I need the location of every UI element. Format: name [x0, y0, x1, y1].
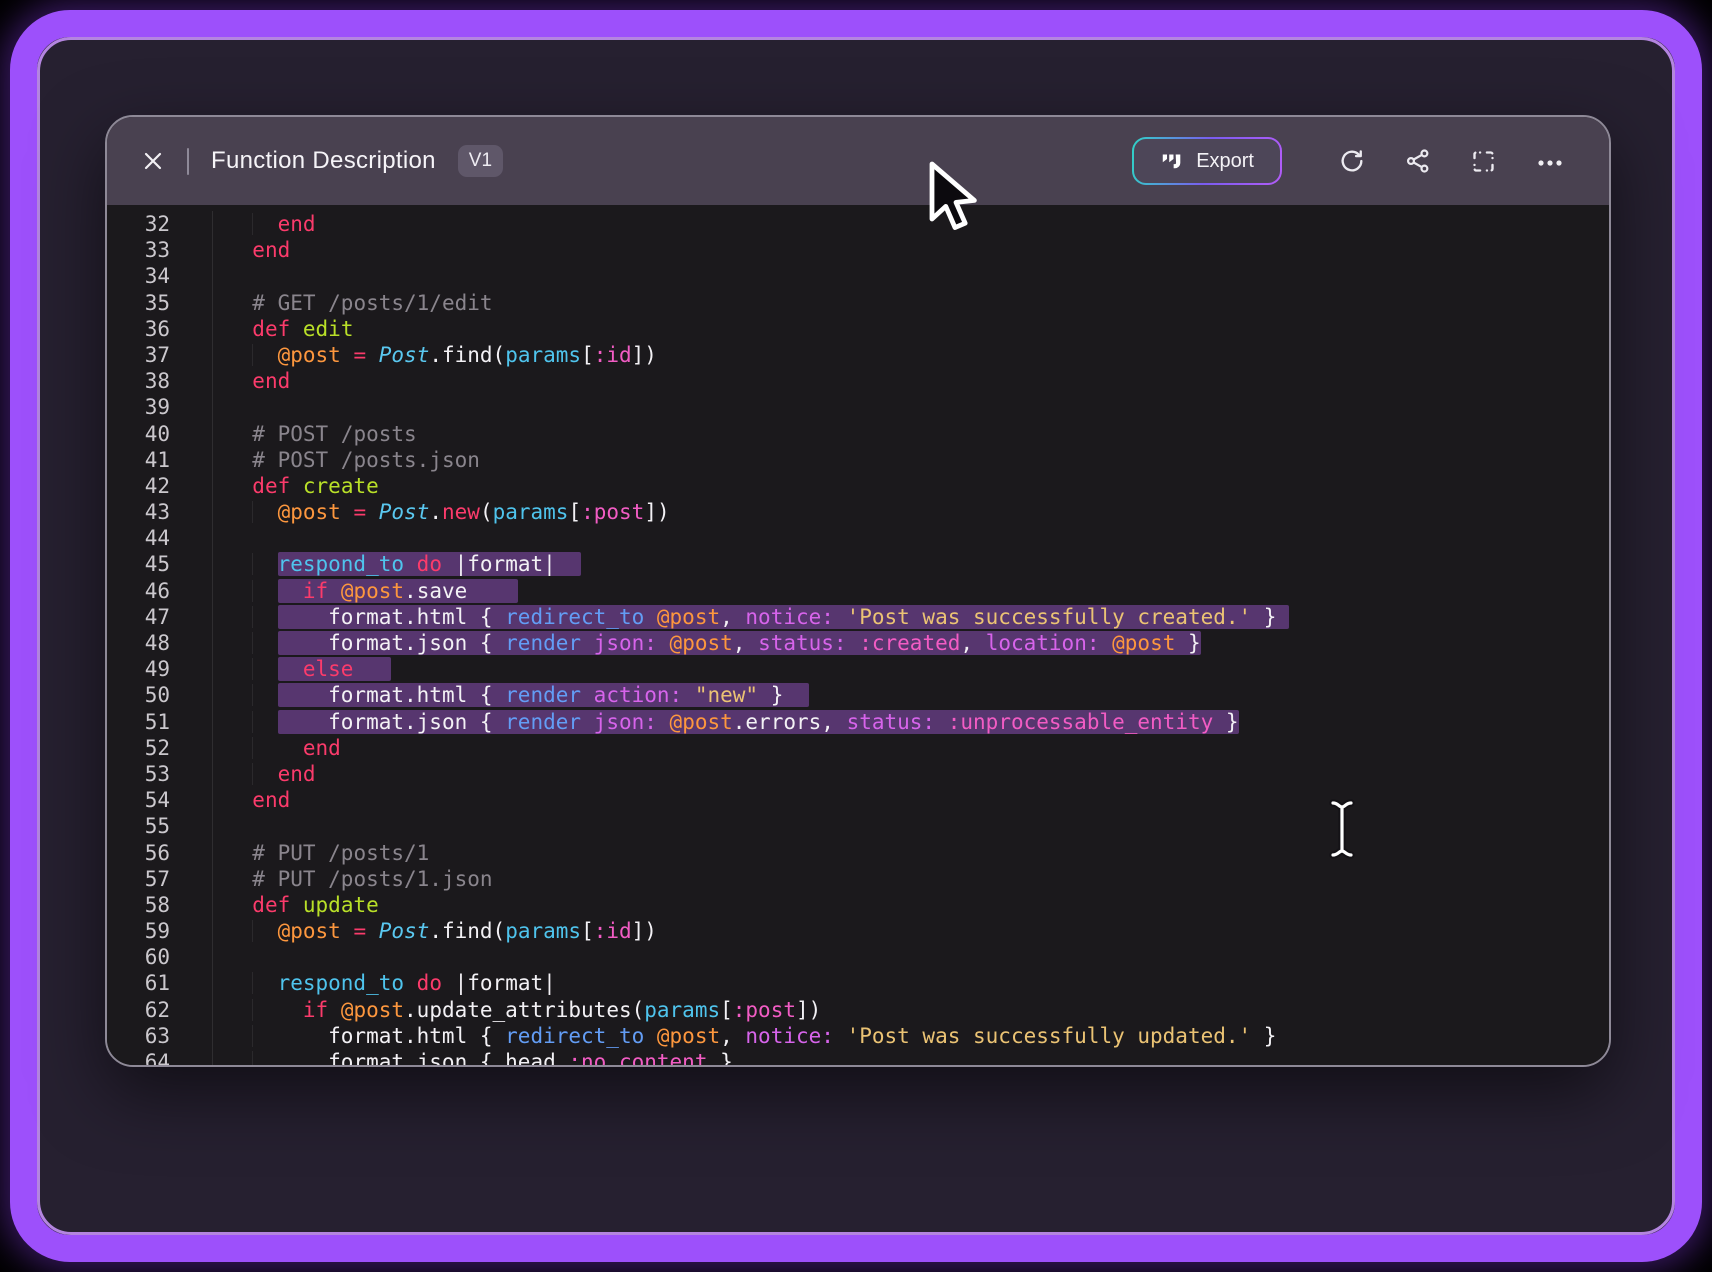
- line-number: 52: [107, 735, 170, 761]
- code-line: 48 format.json { render json: @post, sta…: [107, 630, 1609, 656]
- code-line: 38 end: [107, 368, 1609, 394]
- line-number: 54: [107, 787, 170, 813]
- code-line: 61 respond_to do |format|: [107, 970, 1609, 996]
- line-number: 42: [107, 473, 170, 499]
- line-number: 36: [107, 316, 170, 342]
- line-number: 38: [107, 368, 170, 394]
- line-number: 56: [107, 840, 170, 866]
- share-button[interactable]: [1404, 147, 1432, 175]
- close-button[interactable]: [141, 149, 165, 173]
- code-line: 44: [107, 525, 1609, 551]
- code-editor[interactable]: 32 end33 end3435 # GET /posts/1/edit36 d…: [107, 205, 1609, 1065]
- code-line: 40 # POST /posts: [107, 421, 1609, 447]
- selected-text: format.html { render action: "new" }: [278, 683, 809, 707]
- code-line: 42 def create: [107, 473, 1609, 499]
- selected-text: else: [278, 657, 392, 681]
- line-number: 50: [107, 682, 170, 708]
- line-number: 63: [107, 1023, 170, 1049]
- code-line: 51 format.json { render json: @post.erro…: [107, 709, 1609, 735]
- line-number: 47: [107, 604, 170, 630]
- line-number: 57: [107, 866, 170, 892]
- selected-text: if @post.save: [278, 579, 518, 603]
- refresh-icon: [1338, 147, 1366, 175]
- code-line: 50 format.html { render action: "new" }: [107, 682, 1609, 708]
- line-number: 49: [107, 656, 170, 682]
- code-line: 56 # PUT /posts/1: [107, 840, 1609, 866]
- export-logo-icon: [1160, 149, 1184, 173]
- code-line: 59 @post = Post.find(params[:id]): [107, 918, 1609, 944]
- line-number: 53: [107, 761, 170, 787]
- export-label: Export: [1196, 150, 1254, 173]
- code-line: 57 # PUT /posts/1.json: [107, 866, 1609, 892]
- line-number: 44: [107, 525, 170, 551]
- more-button[interactable]: [1535, 147, 1565, 175]
- window-header: Function Description V1: [107, 117, 1609, 205]
- line-number: 40: [107, 421, 170, 447]
- header-divider: [187, 148, 189, 175]
- code-line: 32 end: [107, 211, 1609, 237]
- page-title: Function Description: [211, 147, 436, 175]
- header-right-group: Export: [1132, 117, 1565, 205]
- code-line: 46 if @post.save: [107, 578, 1609, 604]
- export-button[interactable]: Export: [1132, 137, 1282, 185]
- selected-text: respond_to do |format|: [278, 552, 582, 576]
- line-number: 39: [107, 394, 170, 420]
- selected-text: format.html { redirect_to @post, notice:…: [278, 605, 1290, 629]
- code-line: 53 end: [107, 761, 1609, 787]
- code-line: 58 def update: [107, 892, 1609, 918]
- screenshot-canvas: Function Description V1: [0, 0, 1712, 1272]
- version-badge: V1: [458, 145, 503, 177]
- fullscreen-icon: [1470, 148, 1497, 175]
- code-line: 55: [107, 813, 1609, 839]
- code-line: 60: [107, 944, 1609, 970]
- code-line: 64 format.json { head :no_content }: [107, 1049, 1609, 1065]
- line-number: 59: [107, 918, 170, 944]
- selected-text: format.json { render json: @post, status…: [278, 631, 1201, 655]
- line-number: 61: [107, 970, 170, 996]
- code-line: 41 # POST /posts.json: [107, 447, 1609, 473]
- line-number: 48: [107, 630, 170, 656]
- code-line: 39: [107, 394, 1609, 420]
- code-line: 43 @post = Post.new(params[:post]): [107, 499, 1609, 525]
- refresh-button[interactable]: [1338, 147, 1366, 175]
- line-number: 43: [107, 499, 170, 525]
- code-line: 47 format.html { redirect_to @post, noti…: [107, 604, 1609, 630]
- line-number: 37: [107, 342, 170, 368]
- code-line: 45 respond_to do |format|: [107, 551, 1609, 577]
- line-number: 34: [107, 263, 170, 289]
- code-line: 35 # GET /posts/1/edit: [107, 290, 1609, 316]
- code-line: 33 end: [107, 237, 1609, 263]
- header-left-group: Function Description V1: [107, 145, 503, 177]
- fullscreen-button[interactable]: [1470, 148, 1497, 175]
- more-icon: [1535, 147, 1565, 175]
- code-line: 54 end: [107, 787, 1609, 813]
- share-icon: [1404, 147, 1432, 175]
- line-number: 46: [107, 578, 170, 604]
- line-number: 45: [107, 551, 170, 577]
- code-line: 52 end: [107, 735, 1609, 761]
- code-line: 49 else: [107, 656, 1609, 682]
- code-line: 37 @post = Post.find(params[:id]): [107, 342, 1609, 368]
- line-number: 35: [107, 290, 170, 316]
- line-number: 55: [107, 813, 170, 839]
- line-number: 33: [107, 237, 170, 263]
- line-number: 60: [107, 944, 170, 970]
- line-number: 41: [107, 447, 170, 473]
- code-line: 63 format.html { redirect_to @post, noti…: [107, 1023, 1609, 1049]
- code-line: 62 if @post.update_attributes(params[:po…: [107, 997, 1609, 1023]
- preview-window: Function Description V1: [105, 115, 1611, 1067]
- line-number: 51: [107, 709, 170, 735]
- line-number: 58: [107, 892, 170, 918]
- selected-text: format.json { render json: @post.errors,…: [278, 710, 1239, 734]
- line-number: 32: [107, 211, 170, 237]
- code-line: 36 def edit: [107, 316, 1609, 342]
- line-number: 62: [107, 997, 170, 1023]
- close-icon: [141, 149, 165, 173]
- code-line: 34: [107, 263, 1609, 289]
